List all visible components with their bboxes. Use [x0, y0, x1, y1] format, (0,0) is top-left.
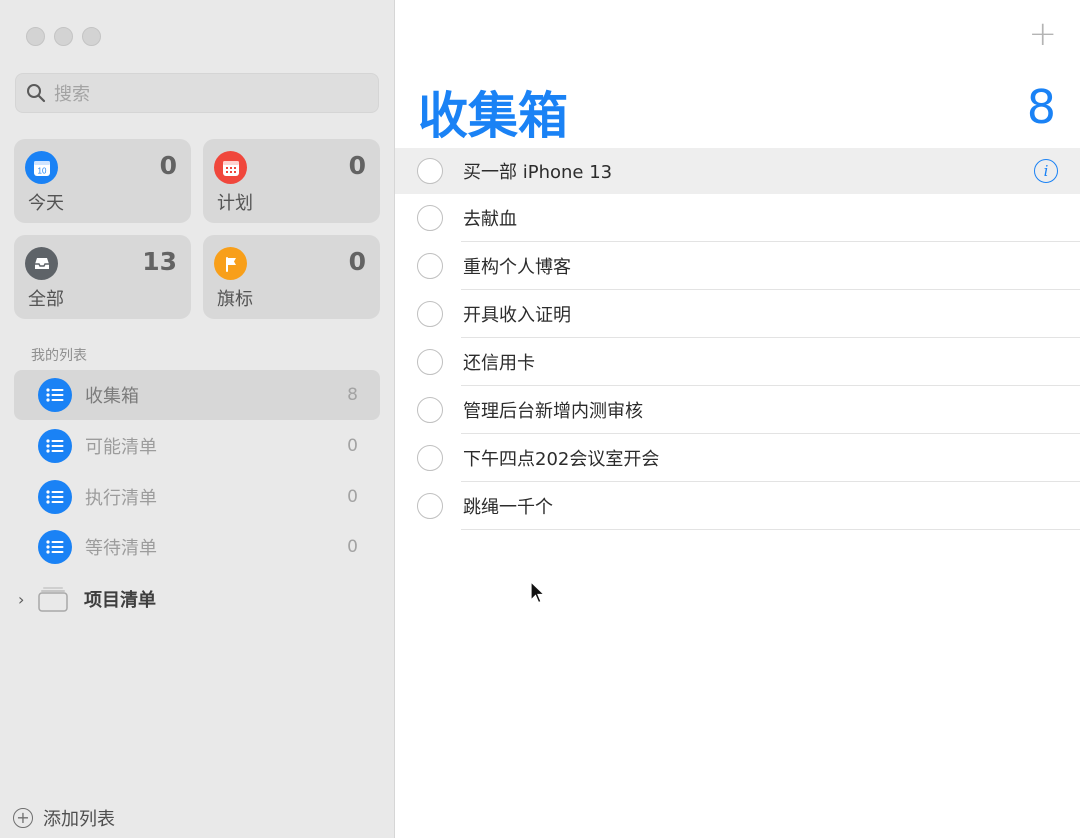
- minimize-window-button[interactable]: [54, 27, 73, 46]
- search-field[interactable]: 搜索: [15, 73, 379, 113]
- calendar-scheduled-icon: [214, 151, 247, 184]
- smart-list-flagged[interactable]: 0 旗标: [203, 235, 380, 319]
- my-lists-heading: 我的列表: [31, 348, 87, 364]
- completion-circle[interactable]: [417, 445, 443, 471]
- row-divider: [461, 529, 1080, 530]
- reminder-title[interactable]: 管理后台新增内测审核: [463, 397, 643, 423]
- reminder-title[interactable]: 去献血: [463, 205, 517, 231]
- window-controls: [26, 27, 101, 46]
- info-icon[interactable]: i: [1034, 159, 1058, 183]
- completion-circle[interactable]: [417, 349, 443, 375]
- completion-circle[interactable]: [417, 493, 443, 519]
- folder-stack-icon: [38, 587, 68, 612]
- reminder-title[interactable]: 买一部 iPhone 13: [463, 158, 612, 184]
- list-item-maybe[interactable]: 可能清单 0: [14, 421, 380, 471]
- reminder-row[interactable]: 买一部 iPhone 13 i: [395, 148, 1080, 194]
- reminder-title[interactable]: 重构个人博客: [463, 253, 571, 279]
- reminder-title[interactable]: 跳绳一千个: [463, 493, 553, 519]
- list-count: 0: [347, 537, 358, 557]
- smart-list-scheduled[interactable]: 0 计划: [203, 139, 380, 223]
- list-item-waiting[interactable]: 等待清单 0: [14, 522, 380, 572]
- list-name: 可能清单: [85, 437, 157, 458]
- completion-circle[interactable]: [417, 253, 443, 279]
- list-total-count: 8: [1026, 80, 1056, 134]
- today-label: 今天: [28, 193, 64, 214]
- list-count: 0: [347, 487, 358, 507]
- list-count: 8: [347, 385, 358, 405]
- reminder-title[interactable]: 还信用卡: [463, 349, 535, 375]
- reminder-row[interactable]: 还信用卡: [395, 338, 1080, 386]
- smart-list-today[interactable]: 10 0 今天: [14, 139, 191, 223]
- list-name: 等待清单: [85, 538, 157, 559]
- svg-text:10: 10: [37, 166, 46, 175]
- mouse-pointer-icon: [530, 581, 546, 604]
- add-reminder-button[interactable]: +: [1029, 17, 1058, 51]
- list-bullet-icon: [38, 429, 72, 463]
- calendar-today-icon: 10: [25, 151, 58, 184]
- reminders-main: + 收集箱 8 买一部 iPhone 13 i 去献血 重构个人博客 开具收入证…: [395, 0, 1080, 838]
- completion-circle[interactable]: [417, 301, 443, 327]
- reminders-window: 搜索 10 0 今天 0 计划 13 全部 0 旗标 我的列表 收集箱 8 可能…: [0, 0, 1080, 838]
- completion-circle[interactable]: [417, 397, 443, 423]
- list-item-action[interactable]: 执行清单 0: [14, 472, 380, 522]
- reminder-row[interactable]: 下午四点202会议室开会: [395, 434, 1080, 482]
- flagged-count: 0: [348, 247, 366, 276]
- reminder-list: 买一部 iPhone 13 i 去献血 重构个人博客 开具收入证明 还信用卡 管…: [395, 148, 1080, 530]
- add-list-label: 添加列表: [43, 809, 115, 830]
- reminder-row[interactable]: 开具收入证明: [395, 290, 1080, 338]
- plus-circle-icon: +: [13, 808, 33, 828]
- reminder-title[interactable]: 开具收入证明: [463, 301, 571, 327]
- add-list-button[interactable]: + 添加列表: [13, 805, 115, 831]
- close-window-button[interactable]: [26, 27, 45, 46]
- flagged-label: 旗标: [217, 289, 253, 310]
- completion-circle[interactable]: [417, 205, 443, 231]
- reminder-row[interactable]: 重构个人博客: [395, 242, 1080, 290]
- reminder-row[interactable]: 跳绳一千个: [395, 482, 1080, 530]
- list-bullet-icon: [38, 530, 72, 564]
- sidebar: 搜索 10 0 今天 0 计划 13 全部 0 旗标 我的列表 收集箱 8 可能…: [0, 0, 395, 838]
- list-bullet-icon: [38, 378, 72, 412]
- smart-list-all[interactable]: 13 全部: [14, 235, 191, 319]
- completion-circle[interactable]: [417, 158, 443, 184]
- group-name: 项目清单: [84, 590, 156, 611]
- flag-icon: [214, 247, 247, 280]
- reminder-row[interactable]: 管理后台新增内测审核: [395, 386, 1080, 434]
- tray-icon: [25, 247, 58, 280]
- list-name: 收集箱: [85, 386, 139, 407]
- search-icon: [27, 84, 46, 103]
- zoom-window-button[interactable]: [82, 27, 101, 46]
- reminder-title[interactable]: 下午四点202会议室开会: [463, 445, 659, 471]
- list-bullet-icon: [38, 480, 72, 514]
- list-name: 执行清单: [85, 488, 157, 509]
- scheduled-count: 0: [348, 151, 366, 180]
- search-placeholder: 搜索: [54, 84, 90, 105]
- reminder-row[interactable]: 去献血: [395, 194, 1080, 242]
- list-count: 0: [347, 436, 358, 456]
- list-title: 收集箱: [418, 87, 568, 145]
- all-label: 全部: [28, 289, 64, 310]
- today-count: 0: [159, 151, 177, 180]
- list-group-projects[interactable]: › 项目清单: [18, 577, 156, 621]
- all-count: 13: [142, 247, 177, 276]
- scheduled-label: 计划: [217, 193, 253, 214]
- chevron-right-icon[interactable]: ›: [18, 590, 32, 609]
- list-item-inbox[interactable]: 收集箱 8: [14, 370, 380, 420]
